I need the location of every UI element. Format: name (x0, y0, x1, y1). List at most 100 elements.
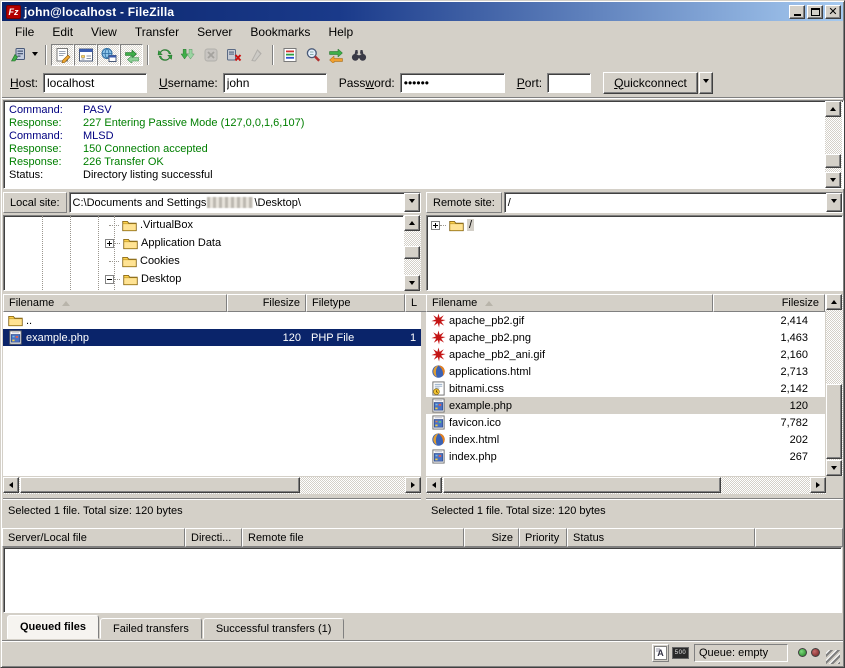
column-header-filename[interactable]: Filename (3, 294, 227, 312)
toggle-local-tree-button[interactable] (74, 44, 97, 66)
local-tree-scrollbar[interactable] (404, 215, 421, 291)
scrollbar-thumb[interactable] (20, 477, 300, 493)
toggle-message-log-button[interactable] (51, 44, 74, 66)
file-row[interactable]: index.html202 (426, 431, 825, 448)
scroll-up-button[interactable] (825, 101, 841, 117)
menu-view[interactable]: View (82, 23, 126, 41)
titlebar[interactable]: Fz john@localhost - FileZilla ✕ (2, 2, 843, 21)
file-name-cell[interactable]: index.php (426, 449, 713, 464)
toggle-remote-tree-button[interactable] (97, 44, 120, 66)
scroll-down-button[interactable] (825, 172, 841, 188)
scroll-up-button[interactable] (826, 294, 842, 310)
port-input[interactable] (547, 73, 591, 93)
queue-column-directi-[interactable]: Directi... (185, 528, 242, 547)
file-name-cell[interactable]: bitnami.css (426, 381, 713, 396)
remote-horizontal-scrollbar[interactable] (426, 477, 826, 494)
disconnect-button[interactable] (222, 44, 245, 66)
tree-item[interactable]: Cookies (4, 252, 403, 270)
queue-column-priority[interactable]: Priority (519, 528, 567, 547)
speed-limit-icon[interactable]: 500 (672, 644, 689, 662)
tab-queued-files[interactable]: Queued files (7, 615, 99, 639)
file-name-cell[interactable]: applications.html (426, 364, 713, 379)
tree-item-label[interactable]: .VirtualBox (140, 219, 193, 231)
scroll-right-button[interactable] (810, 477, 826, 493)
column-header-filesize[interactable]: Filesize (713, 294, 825, 312)
column-header-filesize[interactable]: Filesize (227, 294, 306, 312)
maximize-button[interactable] (807, 5, 823, 19)
directory-comparison-button[interactable] (301, 44, 324, 66)
tab-successful-transfers-1-[interactable]: Successful transfers (1) (203, 618, 345, 639)
scroll-left-button[interactable] (426, 477, 442, 493)
menu-edit[interactable]: Edit (43, 23, 82, 41)
site-manager-dropdown-button[interactable] (29, 44, 41, 66)
scrollbar-thumb[interactable] (443, 477, 721, 493)
scrollbar-thumb[interactable] (825, 154, 841, 168)
local-site-path[interactable]: C:\Documents and Settings\Desktop\ (70, 193, 404, 212)
menu-help[interactable]: Help (319, 23, 362, 41)
file-name-cell[interactable]: apache_pb2.png (426, 330, 713, 345)
remote-site-combobox[interactable]: / (504, 192, 843, 213)
scroll-up-button[interactable] (404, 215, 420, 231)
remote-list-scrollbar[interactable] (826, 294, 843, 476)
file-name-cell[interactable]: apache_pb2_ani.gif (426, 347, 713, 362)
file-row[interactable]: example.php120PHP File1 (3, 329, 421, 346)
file-row[interactable]: index.php267 (426, 448, 825, 465)
file-row[interactable]: example.php120 (426, 397, 825, 414)
tree-item[interactable]: Application Data (4, 234, 403, 252)
file-row[interactable]: .. (3, 312, 421, 329)
directory-listing-filters-button[interactable] (278, 44, 301, 66)
site-manager-button[interactable] (6, 44, 29, 66)
tab-failed-transfers[interactable]: Failed transfers (100, 618, 202, 639)
local-horizontal-scrollbar[interactable] (3, 477, 421, 494)
transfer-queue-list[interactable] (3, 547, 842, 613)
remote-site-dropdown-button[interactable] (826, 193, 842, 212)
file-name-cell[interactable]: .. (3, 313, 227, 328)
scroll-left-button[interactable] (3, 477, 19, 493)
local-site-combobox[interactable]: C:\Documents and Settings\Desktop\ (69, 192, 421, 213)
file-row[interactable]: favicon.ico7,782 (426, 414, 825, 431)
password-input[interactable] (400, 73, 505, 93)
queue-column-status[interactable]: Status (567, 528, 755, 547)
tree-item[interactable]: / (427, 216, 842, 234)
file-row[interactable]: apache_pb2.gif2,414 (426, 312, 825, 329)
tree-item[interactable]: .VirtualBox (4, 216, 403, 234)
menu-file[interactable]: File (6, 23, 43, 41)
file-row[interactable]: applications.html2,713 (426, 363, 825, 380)
message-log-scrollbar[interactable] (825, 101, 842, 188)
username-input[interactable] (223, 73, 327, 93)
scroll-down-button[interactable] (404, 275, 420, 291)
scrollbar-thumb[interactable] (404, 246, 420, 259)
refresh-button[interactable] (153, 44, 176, 66)
file-row[interactable]: bitnami.css2,142 (426, 380, 825, 397)
file-name-cell[interactable]: apache_pb2.gif (426, 313, 713, 328)
menu-server[interactable]: Server (188, 23, 241, 41)
queue-column-size[interactable]: Size (464, 528, 519, 547)
toggle-transfer-queue-button[interactable] (120, 44, 143, 66)
file-name-cell[interactable]: favicon.ico (426, 415, 713, 430)
tree-item-label[interactable]: Cookies (140, 255, 180, 267)
queue-column-server-local-file[interactable]: Server/Local file (2, 528, 185, 547)
queue-column-remote-file[interactable]: Remote file (242, 528, 464, 547)
scroll-right-button[interactable] (405, 477, 421, 493)
remote-site-path[interactable]: / (505, 193, 826, 212)
file-name-cell[interactable]: example.php (426, 398, 713, 413)
collapse-icon[interactable] (105, 275, 114, 284)
close-button[interactable]: ✕ (825, 5, 841, 19)
quickconnect-button[interactable]: Quickconnect (603, 72, 698, 94)
file-name-cell[interactable]: example.php (3, 330, 227, 345)
expand-icon[interactable] (431, 221, 440, 230)
scrollbar-thumb[interactable] (826, 384, 842, 459)
synchronized-browsing-button[interactable] (324, 44, 347, 66)
find-files-button[interactable] (347, 44, 370, 66)
menu-transfer[interactable]: Transfer (126, 23, 188, 41)
column-header-filetype[interactable]: Filetype (306, 294, 405, 312)
process-queue-button[interactable] (176, 44, 199, 66)
tree-item[interactable]: Desktop (4, 270, 403, 288)
tree-item-label[interactable]: Desktop (141, 273, 181, 285)
minimize-button[interactable] (789, 5, 805, 19)
file-name-cell[interactable]: index.html (426, 432, 713, 447)
resize-grip[interactable] (826, 650, 840, 664)
quickconnect-dropdown-button[interactable] (699, 72, 713, 94)
column-header-filename[interactable]: Filename (426, 294, 713, 312)
tree-item-label[interactable]: Application Data (141, 237, 221, 249)
